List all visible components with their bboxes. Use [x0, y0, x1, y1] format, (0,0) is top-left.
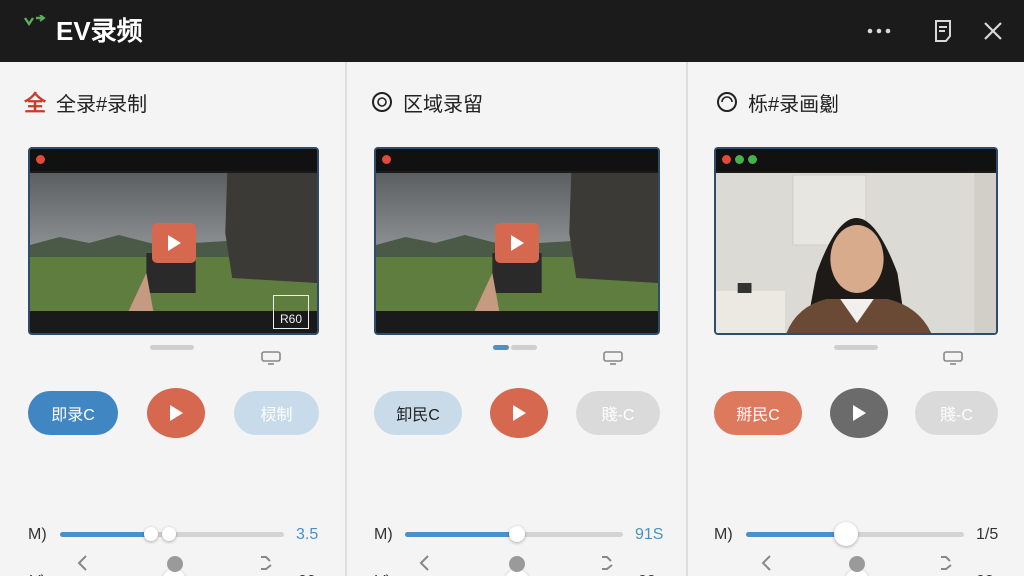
mic-slider-fill — [405, 532, 517, 537]
cast-icon[interactable] — [602, 350, 624, 366]
panel-title: 区域录留 — [403, 93, 483, 116]
region-select-button[interactable]: 卸民C — [374, 391, 462, 435]
panel-region-record: 区域录留 卸民C 賤-C M) 91S — [347, 62, 688, 576]
page-indicator — [834, 345, 878, 350]
share-button[interactable] — [256, 553, 276, 573]
mic-slider[interactable] — [405, 526, 623, 542]
play-icon — [853, 405, 866, 421]
preview-title-bar — [716, 149, 996, 171]
video-preview[interactable]: R60 — [28, 147, 319, 335]
app-logo — [24, 15, 46, 27]
play-icon — [511, 235, 524, 251]
mic-value: 1/5 — [976, 526, 999, 543]
back-button[interactable] — [414, 553, 434, 573]
page-indicator — [511, 345, 537, 350]
fullscreen-mode-icon: 全 — [24, 91, 47, 116]
share-icon — [261, 556, 272, 570]
panel-header: 区域录留 — [371, 86, 483, 118]
page-indicator-active — [493, 345, 509, 350]
page-indicator — [150, 345, 194, 350]
record-button[interactable] — [147, 388, 205, 438]
play-icon — [170, 405, 183, 421]
preview-title-bar — [30, 149, 317, 171]
mic-label: M) — [28, 526, 47, 543]
panel-title: 全录#录制 — [56, 93, 148, 116]
cast-icon[interactable] — [260, 350, 282, 366]
preview-play-button[interactable] — [495, 223, 539, 263]
home-button[interactable] — [167, 556, 183, 572]
mic-slider[interactable] — [60, 527, 284, 541]
mic-slider-handle[interactable] — [834, 522, 858, 546]
mic-label: M) — [714, 526, 733, 543]
window-dot-red — [36, 155, 45, 164]
window-dot-green — [735, 155, 744, 164]
mic-value: 91S — [635, 526, 664, 543]
webcam-settings-button[interactable]: 賤-C — [915, 391, 998, 435]
window-dot-red — [722, 155, 731, 164]
home-button[interactable] — [509, 556, 525, 572]
cast-icon[interactable] — [942, 350, 964, 366]
title-bar: EV录频 — [0, 0, 1024, 62]
record-button[interactable] — [830, 388, 888, 438]
resolution-badge: R60 — [273, 295, 309, 329]
record-button[interactable] — [490, 388, 548, 438]
back-icon — [761, 555, 771, 571]
video-preview[interactable] — [374, 147, 660, 335]
webcam-mode-icon — [716, 91, 738, 113]
mic-slider-handle[interactable] — [509, 526, 525, 542]
close-icon — [984, 22, 1002, 40]
region-settings-button[interactable]: 賤-C — [576, 391, 660, 435]
back-button[interactable] — [72, 553, 92, 573]
webcam-preview[interactable] — [714, 147, 998, 335]
back-button[interactable] — [756, 553, 776, 573]
panel-header: 栎#录画劖 — [716, 86, 839, 118]
play-icon — [168, 235, 181, 251]
mic-slider-fill — [746, 532, 846, 537]
more-icon — [867, 28, 891, 34]
panel-header: 全 全录#录制 — [24, 86, 147, 118]
mic-value: 3.5 — [296, 526, 319, 543]
mic-slider[interactable] — [746, 522, 964, 546]
record-settings-button[interactable]: 棂制 — [234, 391, 319, 435]
mic-slider-handle-secondary[interactable] — [162, 527, 176, 541]
webcam-thumbnail — [716, 173, 996, 333]
share-button[interactable] — [597, 553, 617, 573]
window-dot-green — [748, 155, 757, 164]
instant-record-button[interactable]: 即录C — [28, 391, 118, 435]
play-icon — [513, 405, 526, 421]
notes-button[interactable] — [930, 18, 956, 44]
back-icon — [77, 555, 87, 571]
note-icon — [935, 20, 951, 42]
share-icon — [602, 556, 613, 570]
home-button[interactable] — [849, 556, 865, 572]
webcam-start-button[interactable]: 掰民C — [714, 391, 802, 435]
mic-label: M) — [374, 526, 393, 543]
share-button[interactable] — [936, 553, 956, 573]
panel-webcam-record: 栎#录画劖 掰民C 賤-C M) 1/5 — [688, 62, 1024, 576]
share-icon — [941, 556, 952, 570]
window-dot-red — [382, 155, 391, 164]
region-mode-icon — [371, 91, 393, 113]
back-icon — [419, 555, 429, 571]
app-title: EV录频 — [56, 16, 143, 46]
preview-title-bar — [376, 149, 658, 171]
preview-play-button[interactable] — [152, 223, 196, 263]
close-button[interactable] — [980, 18, 1006, 44]
more-menu-button[interactable] — [866, 18, 892, 44]
panel-title: 栎#录画劖 — [748, 93, 840, 116]
mic-slider-fill — [60, 532, 152, 537]
mic-slider-handle[interactable] — [144, 527, 158, 541]
panel-fullscreen-record: 全 全录#录制 R60 即录C 棂制 M) 3.5 — [0, 62, 341, 576]
